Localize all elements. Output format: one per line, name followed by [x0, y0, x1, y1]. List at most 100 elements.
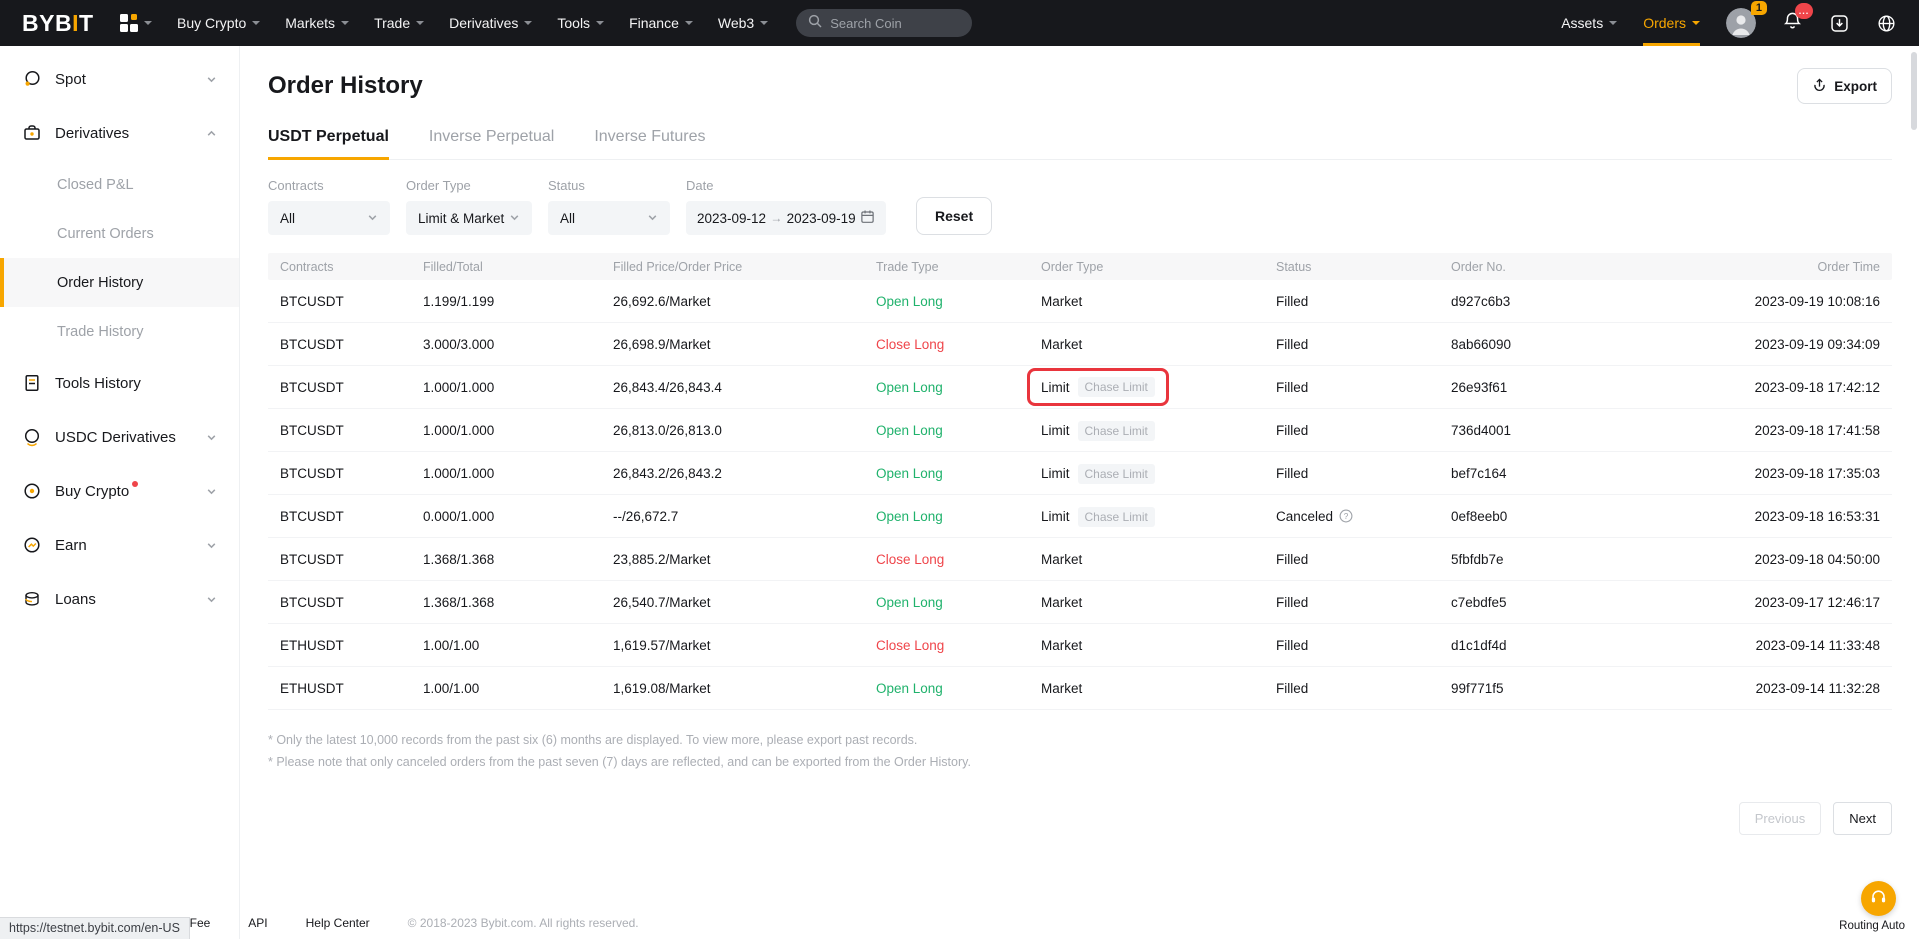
table-footnotes: * Only the latest 10,000 records from th… [268, 730, 1892, 774]
avatar-badge: 1 [1751, 1, 1767, 15]
nav-menu-finance[interactable]: Finance [629, 15, 693, 31]
column-header-contracts: Contracts [280, 260, 423, 274]
column-header-filled-total: Filled/Total [423, 260, 613, 274]
filter-order-type: Order TypeLimit & Market [406, 178, 532, 235]
notifications-button[interactable]: ... [1782, 10, 1803, 36]
nav-assets[interactable]: Assets [1561, 15, 1617, 31]
nav-menu-trade[interactable]: Trade [374, 15, 424, 31]
chevron-up-icon [206, 128, 217, 139]
cell-order-no: d927c6b3 [1451, 294, 1701, 309]
footer-link-help-center[interactable]: Help Center [306, 916, 370, 930]
tab-usdt-perpetual[interactable]: USDT Perpetual [268, 128, 389, 159]
cell-filled-price: 26,843.2/26,843.2 [613, 466, 876, 481]
previous-page-button[interactable]: Previous [1739, 802, 1822, 835]
nav-menu-label: Buy Crypto [177, 15, 246, 31]
chevron-down-icon [144, 21, 152, 25]
chevron-down-icon [206, 594, 217, 605]
cell-order-time: 2023-09-14 11:32:28 [1701, 681, 1880, 696]
chevron-down-icon [416, 21, 424, 25]
apps-grid-menu[interactable] [120, 14, 153, 33]
sidebar-item-spot[interactable]: Spot [0, 52, 239, 106]
buy-crypto-icon [22, 481, 42, 501]
next-page-button[interactable]: Next [1833, 802, 1892, 835]
nav-menu-web3[interactable]: Web3 [718, 15, 768, 31]
language-globe-button[interactable] [1876, 13, 1897, 34]
cell-order-time: 2023-09-14 11:33:48 [1701, 638, 1880, 653]
support-chat-button[interactable] [1861, 881, 1896, 916]
apps-grid-icon [120, 14, 139, 33]
cell-status: Filled [1276, 423, 1451, 438]
cell-status: Filled [1276, 681, 1451, 696]
nav-menu-markets[interactable]: Markets [285, 15, 349, 31]
chevron-down-icon [367, 211, 378, 226]
orders-label: Orders [1643, 15, 1686, 31]
order-type-label: Limit [1041, 466, 1070, 481]
filter-date: Date 2023-09-12 → 2023-09-19 [686, 178, 886, 235]
cell-contract: BTCUSDT [280, 337, 423, 352]
cell-order-no: 5fbfdb7e [1451, 552, 1701, 567]
spot-icon [22, 69, 42, 89]
sidebar-item-earn[interactable]: Earn [0, 518, 239, 572]
search-box[interactable] [796, 9, 972, 37]
sidebar-item-tools-history[interactable]: Tools History [0, 356, 239, 410]
sidebar-item-usdc-derivatives[interactable]: USDC Derivatives [0, 410, 239, 464]
cell-status: Filled [1276, 380, 1451, 395]
cell-order-type: Market [1041, 294, 1276, 309]
nav-menu-label: Tools [557, 15, 590, 31]
filter-select-status[interactable]: All [548, 201, 670, 235]
tab-inverse-futures[interactable]: Inverse Futures [594, 128, 705, 159]
filter-select-contracts[interactable]: All [268, 201, 390, 235]
order-type-label: Market [1041, 638, 1082, 653]
order-type-label: Market [1041, 294, 1082, 309]
sidebar-item-derivatives[interactable]: Derivatives [0, 106, 239, 160]
nav-menu: Buy Crypto Markets Trade Derivatives Tools Fi… [152, 15, 768, 31]
cell-filled-price: 26,540.7/Market [613, 595, 876, 610]
nav-orders[interactable]: Orders [1643, 15, 1700, 31]
filter-select-order-type[interactable]: Limit & Market [406, 201, 532, 235]
reset-button[interactable]: Reset [916, 197, 992, 235]
sidebar-item-closed-p-l[interactable]: Closed P&L [0, 160, 239, 209]
chevron-down-icon [760, 21, 768, 25]
cell-trade-type: Open Long [876, 595, 1041, 610]
chevron-down-icon [596, 21, 604, 25]
sidebar-item-trade-history[interactable]: Trade History [0, 307, 239, 356]
date-range-picker[interactable]: 2023-09-12 → 2023-09-19 [686, 201, 886, 235]
cell-order-time: 2023-09-19 10:08:16 [1701, 294, 1880, 309]
filter-status: StatusAll [548, 178, 670, 235]
help-icon[interactable]: ? [1339, 509, 1353, 523]
scrollbar-thumb[interactable] [1911, 52, 1917, 130]
cell-contract: BTCUSDT [280, 595, 423, 610]
order-type-tag: Chase Limit [1078, 507, 1155, 527]
tab-inverse-perpetual[interactable]: Inverse Perpetual [429, 128, 554, 159]
cell-filled-price: 1,619.08/Market [613, 681, 876, 696]
footer-link-api[interactable]: API [248, 916, 267, 930]
date-end-value[interactable]: 2023-09-19 [787, 211, 856, 226]
export-label: Export [1834, 79, 1877, 94]
page-footer: Market OverviewTrading FeeAPIHelp Center… [0, 916, 1919, 930]
cell-status: Filled [1276, 294, 1451, 309]
column-header-trade-type: Trade Type [876, 260, 1041, 274]
filter-select-value: All [280, 211, 295, 226]
sidebar-item-buy-crypto[interactable]: Buy Crypto [0, 464, 239, 518]
cell-order-no: 736d4001 [1451, 423, 1701, 438]
nav-menu-derivatives[interactable]: Derivatives [449, 15, 532, 31]
bybit-logo[interactable]: BYBIT [22, 10, 94, 37]
cell-order-time: 2023-09-18 04:50:00 [1701, 552, 1880, 567]
cell-contract: BTCUSDT [280, 466, 423, 481]
cell-order-no: 0ef8eeb0 [1451, 509, 1701, 524]
nav-orders-active: Orders [1643, 0, 1700, 46]
page-title: Order History [268, 72, 423, 100]
search-input[interactable] [830, 16, 960, 31]
column-header-status: Status [1276, 260, 1451, 274]
sidebar-item-label: Buy Crypto [55, 483, 129, 500]
notification-dot [132, 481, 138, 487]
download-button[interactable] [1829, 13, 1850, 34]
sidebar-item-loans[interactable]: Loans [0, 572, 239, 626]
user-avatar[interactable]: 1 [1726, 8, 1756, 38]
sidebar-item-order-history[interactable]: Order History [0, 258, 239, 307]
date-start-value[interactable]: 2023-09-12 [697, 211, 766, 226]
nav-menu-tools[interactable]: Tools [557, 15, 604, 31]
nav-menu-buy-crypto[interactable]: Buy Crypto [177, 15, 260, 31]
export-button[interactable]: Export [1797, 68, 1892, 104]
sidebar-item-current-orders[interactable]: Current Orders [0, 209, 239, 258]
